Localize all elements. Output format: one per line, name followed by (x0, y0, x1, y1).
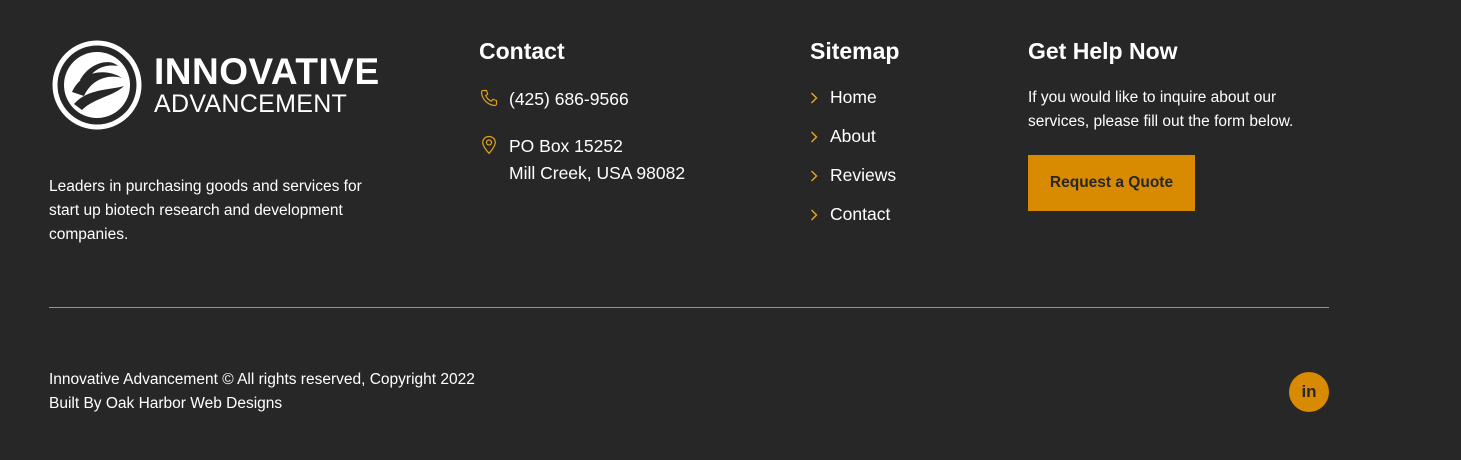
copyright-block: Innovative Advancement © All rights rese… (49, 368, 475, 416)
help-heading: Get Help Now (1028, 38, 1178, 64)
sitemap-list: Home About Reviews Contact (810, 78, 896, 234)
sitemap-link-reviews[interactable]: Reviews (830, 165, 896, 186)
sitemap-link-home[interactable]: Home (830, 87, 877, 108)
chevron-right-icon (810, 91, 818, 104)
sitemap-item-home[interactable]: Home (810, 78, 896, 117)
sitemap-link-about[interactable]: About (830, 126, 876, 147)
footer-divider (49, 307, 1329, 308)
sitemap-item-reviews[interactable]: Reviews (810, 156, 896, 195)
contact-heading: Contact (479, 38, 565, 64)
sitemap-link-contact[interactable]: Contact (830, 204, 890, 225)
sitemap-heading: Sitemap (810, 38, 900, 64)
linkedin-icon[interactable]: in (1289, 372, 1329, 412)
sitemap-item-about[interactable]: About (810, 117, 896, 156)
chevron-right-icon (810, 208, 818, 221)
map-pin-icon (482, 135, 496, 155)
contact-phone[interactable]: (425) 686-9566 (509, 86, 629, 113)
phone-icon (480, 89, 498, 107)
chevron-right-icon (810, 130, 818, 143)
brand-tagline: Leaders in purchasing goods and services… (49, 178, 362, 243)
request-quote-button[interactable]: Request a Quote (1028, 155, 1195, 211)
help-text: If you would like to inquire about our s… (1028, 89, 1294, 130)
contact-address-line2: Mill Creek, USA 98082 (509, 163, 686, 183)
logo-emblem-icon (52, 40, 142, 130)
contact-phone-row[interactable]: (425) 686-9566 (479, 86, 629, 113)
copyright-text: Innovative Advancement © All rights rese… (49, 371, 475, 388)
chevron-right-icon (810, 169, 818, 182)
logo-title: INNOVATIVE (154, 51, 380, 92)
sitemap-item-contact[interactable]: Contact (810, 195, 896, 234)
logo-subtitle: ADVANCEMENT (154, 90, 348, 118)
logo[interactable]: INNOVATIVE ADVANCEMENT (52, 40, 380, 130)
contact-address-line1: PO Box 15252 (509, 136, 623, 156)
built-by-text[interactable]: Built By Oak Harbor Web Designs (49, 392, 475, 416)
contact-address-row: PO Box 15252 Mill Creek, USA 98082 (479, 133, 685, 187)
